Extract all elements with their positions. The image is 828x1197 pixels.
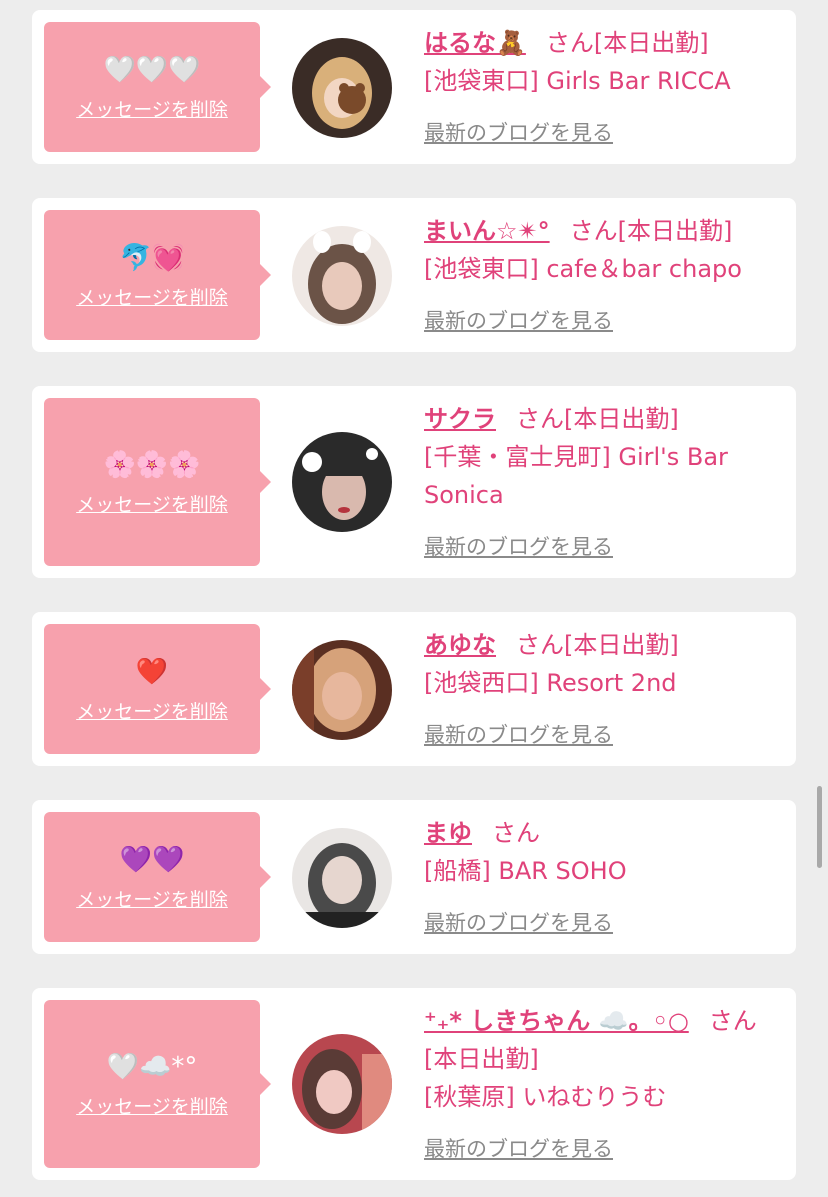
cast-name-link[interactable]: ⁺₊* しきちゃん ☁️。◦○ bbox=[424, 1007, 689, 1035]
attendance-status: [本日出勤] bbox=[424, 1045, 539, 1073]
avatar[interactable] bbox=[292, 226, 392, 326]
message-bubble: 🤍🤍🤍 メッセージを削除 bbox=[44, 22, 271, 152]
honorific: さん bbox=[708, 1007, 757, 1035]
latest-blog-link[interactable]: 最新のブログを見る bbox=[424, 1130, 613, 1168]
message-bubble: 🌸🌸🌸 メッセージを削除 bbox=[44, 398, 271, 566]
honorific: さん bbox=[569, 217, 618, 245]
delete-message-button[interactable]: メッセージを削除 bbox=[76, 95, 228, 122]
avatar[interactable] bbox=[292, 640, 392, 740]
delete-message-button[interactable]: メッセージを削除 bbox=[76, 283, 228, 310]
latest-blog-link[interactable]: 最新のブログを見る bbox=[424, 716, 613, 754]
delete-message-button[interactable]: メッセージを削除 bbox=[76, 490, 228, 517]
cast-info: ⁺₊* しきちゃん ☁️。◦○ さん [本日出勤] [秋葉原] いねむりうむ 最新の… bbox=[424, 1002, 782, 1168]
cast-info: はるな🧸 さん[本日出勤] [池袋東口] Girls Bar RICCA 最新のブ… bbox=[424, 24, 782, 152]
latest-blog-link[interactable]: 最新のブログを見る bbox=[424, 528, 613, 566]
cast-name-link[interactable]: サクラ bbox=[424, 405, 496, 433]
cast-card: 🌸🌸🌸 メッセージを削除 サクラ さん[本日出勤] [千葉・富士見町] Girl'… bbox=[32, 386, 796, 578]
shop-name: [池袋東口] cafe＆bar chapo bbox=[424, 255, 742, 283]
honorific: さん bbox=[545, 29, 594, 57]
message-text: 🤍☁️*° bbox=[106, 1051, 198, 1082]
avatar[interactable] bbox=[292, 38, 392, 138]
honorific: さん bbox=[492, 819, 540, 847]
latest-blog-link[interactable]: 最新のブログを見る bbox=[424, 302, 613, 340]
avatar[interactable] bbox=[292, 1034, 392, 1134]
cast-name-link[interactable]: まゆ bbox=[424, 819, 472, 847]
cast-name-link[interactable]: あゆな bbox=[424, 631, 496, 659]
delete-message-button[interactable]: メッセージを削除 bbox=[76, 885, 228, 912]
message-text: 🤍🤍🤍 bbox=[103, 54, 201, 85]
message-text: 🐬💓 bbox=[119, 242, 185, 273]
message-bubble: 🤍☁️*° メッセージを削除 bbox=[44, 1000, 271, 1168]
cast-info: まいん☆✴︎° さん[本日出勤] [池袋東口] cafe＆bar chapo 最新… bbox=[424, 212, 782, 340]
cast-card: 🤍🤍🤍 メッセージを削除 はるな🧸 さん[本日出勤] [池袋東口] Girls B… bbox=[32, 10, 796, 164]
attendance-status: [本日出勤] bbox=[593, 29, 709, 57]
shop-name: [船橋] BAR SOHO bbox=[424, 857, 627, 885]
cast-card: 🐬💓 メッセージを削除 まいん☆✴︎° さん[本日出勤] [池袋東口] cafe＆… bbox=[32, 198, 796, 352]
shop-name: [千葉・富士見町] Girl's Bar Sonica bbox=[424, 443, 728, 509]
cast-info: まゆ さん [船橋] BAR SOHO 最新のブログを見る bbox=[424, 814, 782, 942]
cast-info: あゆな さん[本日出勤] [池袋西口] Resort 2nd 最新のブログを見る bbox=[424, 626, 782, 754]
honorific: さん bbox=[516, 631, 564, 659]
message-text: ❤️ bbox=[135, 656, 169, 687]
shop-name: [池袋西口] Resort 2nd bbox=[424, 669, 677, 697]
message-text: 🌸🌸🌸 bbox=[103, 449, 201, 480]
cast-card: ❤️ メッセージを削除 あゆな さん[本日出勤] [池袋西口] Resort 2n… bbox=[32, 612, 796, 766]
cast-name-link[interactable]: はるな🧸 bbox=[424, 29, 526, 57]
avatar[interactable] bbox=[292, 432, 392, 532]
honorific: さん bbox=[516, 405, 564, 433]
delete-message-button[interactable]: メッセージを削除 bbox=[76, 1092, 228, 1119]
shop-name: [秋葉原] いねむりうむ bbox=[424, 1083, 667, 1111]
message-bubble: 💜💜 メッセージを削除 bbox=[44, 812, 271, 942]
scrollbar[interactable] bbox=[817, 786, 822, 868]
message-bubble: 🐬💓 メッセージを削除 bbox=[44, 210, 271, 340]
attendance-status: [本日出勤] bbox=[617, 217, 733, 245]
attendance-status: [本日出勤] bbox=[564, 631, 679, 659]
favorites-list: 🤍🤍🤍 メッセージを削除 はるな🧸 さん[本日出勤] [池袋東口] Girls B… bbox=[0, 0, 828, 1197]
avatar[interactable] bbox=[292, 828, 392, 928]
latest-blog-link[interactable]: 最新のブログを見る bbox=[424, 904, 613, 942]
cast-info: サクラ さん[本日出勤] [千葉・富士見町] Girl's Bar Sonica … bbox=[424, 400, 782, 566]
cast-name-link[interactable]: まいん☆✴︎° bbox=[424, 217, 550, 245]
message-bubble: ❤️ メッセージを削除 bbox=[44, 624, 271, 754]
cast-card: 🤍☁️*° メッセージを削除 ⁺₊* しきちゃん ☁️。◦○ さん [本日出勤] [… bbox=[32, 988, 796, 1180]
message-text: 💜💜 bbox=[119, 844, 185, 875]
attendance-status: [本日出勤] bbox=[564, 405, 679, 433]
delete-message-button[interactable]: メッセージを削除 bbox=[76, 697, 228, 724]
latest-blog-link[interactable]: 最新のブログを見る bbox=[424, 114, 613, 152]
shop-name: [池袋東口] Girls Bar RICCA bbox=[424, 67, 731, 95]
cast-card: 💜💜 メッセージを削除 まゆ さん [船橋] BAR SOHO 最新のブログを見る bbox=[32, 800, 796, 954]
